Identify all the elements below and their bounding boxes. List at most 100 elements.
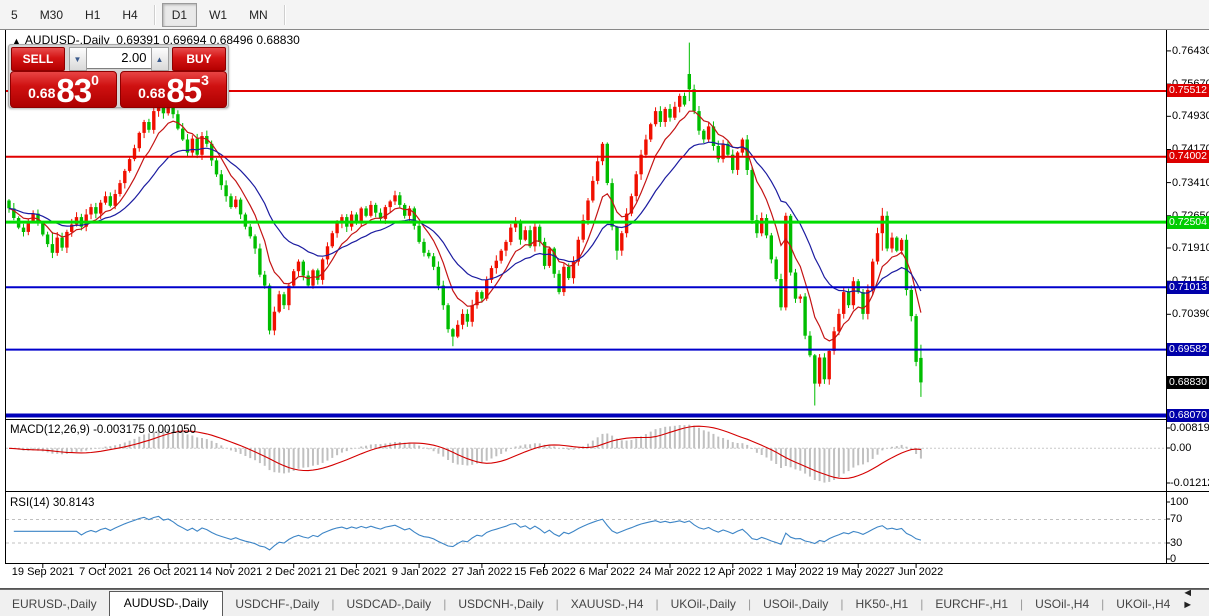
candle-body (152, 111, 155, 130)
buy-button[interactable]: BUY (172, 47, 226, 71)
candle-body (519, 222, 522, 239)
price-axis-label: 0.73410 (1172, 177, 1209, 189)
sell-price-big: 83 (56, 76, 91, 106)
date-axis-label: 1 May 2022 (766, 566, 823, 578)
tab-ukoil-daily[interactable]: UKOil-,Daily (659, 593, 748, 616)
current-price-badge: 0.68830 (1167, 376, 1209, 389)
candle-body (311, 270, 314, 285)
candle-body (654, 111, 657, 124)
price-axis-label: 0.70390 (1172, 308, 1209, 320)
date-axis-label: 19 May 2022 (826, 566, 890, 578)
level-badge: 0.68070 (1167, 409, 1209, 422)
candle-body (779, 279, 782, 307)
candle-body (895, 238, 898, 251)
candle-body (196, 139, 199, 155)
candle-body (919, 358, 922, 383)
candle-body (360, 208, 363, 221)
tab-eurusd-daily[interactable]: EURUSD-,Daily (0, 593, 109, 616)
candle-body (41, 223, 44, 234)
date-axis-label: 21 Dec 2021 (325, 566, 387, 578)
candle-body (215, 160, 218, 174)
macd-axis-label: 0.00 (1170, 442, 1191, 454)
candle-body (606, 144, 609, 183)
candle-body (591, 181, 594, 201)
candle-body (803, 297, 806, 336)
candle-body (828, 351, 831, 379)
candle-body (432, 256, 435, 267)
candle-body (461, 314, 464, 325)
tab-audusd-daily[interactable]: AUDUSD-,Daily (109, 591, 224, 616)
candle-body (335, 223, 338, 233)
candle-body (89, 207, 92, 214)
candle-body (601, 144, 604, 161)
candle-body (278, 294, 281, 311)
candle-body (794, 273, 797, 299)
tab-ukoil-h4[interactable]: UKOil-,H4 (1104, 593, 1182, 616)
candle-body (562, 267, 565, 292)
candle-body (181, 129, 184, 140)
tab-usdcnh-daily[interactable]: USDCNH-,Daily (446, 593, 555, 616)
tab-xauusd-h4[interactable]: XAUUSD-,H4 (559, 593, 656, 616)
candle-body (644, 140, 647, 155)
date-axis-label: 24 Mar 2022 (639, 566, 701, 578)
tab-usdchf-daily[interactable]: USDCHF-,Daily (223, 593, 331, 616)
candle-body (775, 259, 778, 279)
volume-input[interactable]: 2.00 (87, 47, 151, 69)
buy-price-tile[interactable]: 0.68 85 3 (120, 71, 227, 108)
sell-price-sup: 0 (91, 73, 99, 87)
candle-body (263, 275, 266, 286)
candle-body (871, 262, 874, 290)
candle-body (890, 238, 893, 249)
candle-body (114, 194, 117, 206)
candle-body (837, 314, 840, 331)
macd-label: MACD(12,26,9) -0.003175 0.001050 (10, 424, 196, 436)
trade-panel-controls: SELL ▼ 2.00 ▲ BUY (11, 47, 226, 69)
tab-hk50-h1[interactable]: HK50-,H1 (844, 593, 921, 616)
candle-body (480, 292, 483, 299)
candle-body (229, 196, 232, 207)
date-axis-label: 19 Sep 2021 (12, 566, 74, 578)
tab-eurchf-h1[interactable]: EURCHF-,H1 (923, 593, 1020, 616)
candle-body (736, 153, 739, 170)
buy-price-big: 85 (166, 76, 201, 106)
level-badge: 0.69582 (1167, 343, 1209, 356)
candle-body (900, 240, 903, 251)
candle-body (56, 238, 59, 253)
candle-body (533, 227, 536, 247)
candle-body (702, 131, 705, 140)
sell-button[interactable]: SELL (11, 47, 65, 71)
candle-body (770, 235, 773, 259)
tab-usoil-h4[interactable]: USOil-,H4 (1023, 593, 1101, 616)
candle-body (692, 89, 695, 111)
tab-usoil-daily[interactable]: USOil-,Daily (751, 593, 840, 616)
candle-body (750, 170, 753, 220)
candle-body (138, 133, 141, 148)
level-badge: 0.72504 (1167, 216, 1209, 229)
candle-body (842, 292, 845, 314)
candle-body (282, 294, 285, 305)
date-axis-label: 7 Oct 2021 (79, 566, 133, 578)
tab-scroll-arrows[interactable]: ◄ ► (1182, 587, 1209, 616)
candle-body (509, 228, 512, 242)
candle-body (273, 312, 276, 331)
candle-body (99, 203, 102, 214)
rsi-label: RSI(14) 30.8143 (10, 497, 94, 509)
candle-body (258, 249, 261, 275)
candle-body (65, 232, 68, 248)
candle-body (910, 290, 913, 316)
rsi-axis-label: 0 (1170, 553, 1176, 565)
candle-body (818, 358, 821, 384)
candle-body (268, 286, 271, 331)
candle-body (389, 201, 392, 207)
candle-body (94, 207, 97, 214)
price-axis-label: 0.76430 (1172, 45, 1209, 57)
sell-price-tile[interactable]: 0.68 83 0 (10, 71, 117, 108)
volume-increase-button[interactable]: ▲ (151, 47, 169, 71)
candle-body (142, 122, 145, 133)
candle-body (234, 200, 237, 207)
candle-body (442, 286, 445, 306)
candle-body (567, 267, 570, 278)
tab-usdcad-daily[interactable]: USDCAD-,Daily (335, 593, 444, 616)
candle-body (649, 124, 652, 139)
volume-decrease-button[interactable]: ▼ (69, 47, 87, 71)
